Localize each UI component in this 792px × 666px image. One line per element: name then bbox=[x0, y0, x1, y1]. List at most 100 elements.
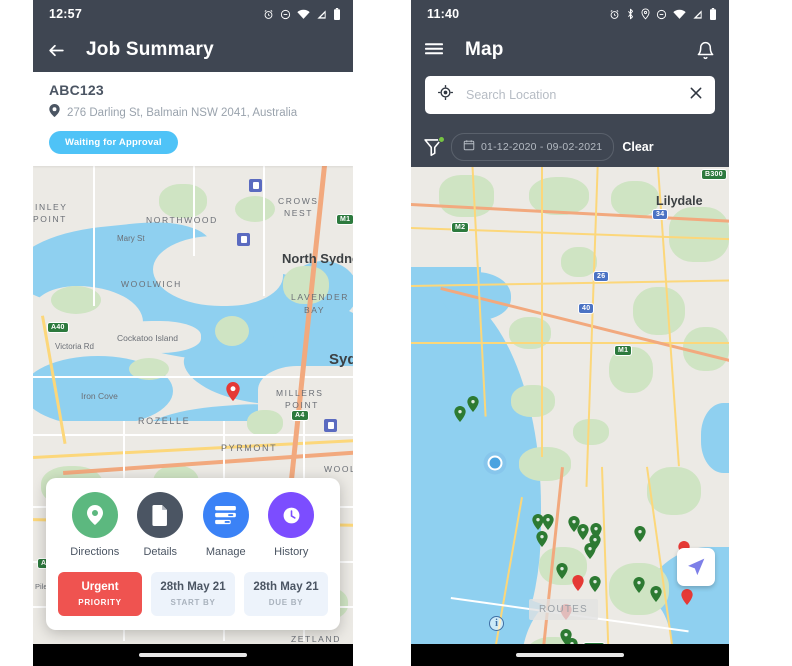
my-location-dot bbox=[487, 455, 503, 471]
hamburger-menu-icon[interactable] bbox=[425, 42, 443, 58]
job-location-pin[interactable] bbox=[467, 396, 479, 412]
job-location-pin[interactable] bbox=[681, 589, 693, 605]
job-location-pin[interactable] bbox=[589, 576, 601, 592]
alarm-icon bbox=[609, 9, 620, 20]
job-meta-row: Urgent PRIORITY 28th May 21 START BY 28th Ma… bbox=[58, 572, 328, 616]
map-label: ZETLAND bbox=[291, 634, 341, 644]
job-meta-priority: Urgent PRIORITY bbox=[58, 572, 142, 616]
job-location-pin[interactable] bbox=[577, 524, 589, 540]
do-not-disturb-icon bbox=[280, 9, 291, 20]
right-system-nav-bar bbox=[411, 644, 729, 666]
filter-funnel-icon[interactable] bbox=[423, 136, 445, 157]
map-label: Sydney bbox=[329, 351, 353, 368]
job-summary-card: ABC123 276 Darling St, Balmain NSW 2041,… bbox=[33, 72, 353, 166]
my-location-icon[interactable] bbox=[437, 84, 454, 106]
map-label: North Sydney bbox=[282, 251, 353, 266]
right-map[interactable]: LilydaleRosebudBalnarringB30034M22640M1M… bbox=[411, 167, 729, 644]
map-pin-icon bbox=[71, 492, 118, 538]
signal-icon bbox=[692, 9, 703, 20]
action-label: Manage bbox=[205, 546, 246, 558]
job-action-sheet: Directions Details Manage History Urgent PRI… bbox=[46, 478, 340, 630]
close-x-icon[interactable] bbox=[689, 86, 703, 105]
job-location-pin[interactable] bbox=[650, 586, 662, 602]
action-label: Directions bbox=[70, 546, 120, 558]
left-status-bar: 12:57 bbox=[33, 0, 353, 28]
meta-label: PRIORITY bbox=[78, 598, 122, 607]
road-shield: A4 bbox=[291, 410, 309, 421]
action-label: Details bbox=[143, 546, 178, 558]
job-location-pin[interactable] bbox=[542, 514, 554, 530]
action-label: History bbox=[274, 546, 309, 558]
job-location-pin[interactable] bbox=[572, 575, 584, 591]
job-location-pin[interactable] bbox=[454, 406, 466, 422]
map-label: Victoria Rd bbox=[55, 342, 94, 351]
job-address-row: 276 Darling St, Balmain NSW 2041, Austra… bbox=[49, 104, 337, 122]
left-status-time: 12:57 bbox=[49, 7, 82, 21]
job-location-pin[interactable] bbox=[226, 382, 240, 401]
list-icon bbox=[202, 492, 249, 538]
search-bar[interactable] bbox=[425, 76, 715, 114]
map-label: WOOLWICH bbox=[121, 279, 182, 289]
date-range-text: 01-12-2020 - 09-02-2021 bbox=[481, 141, 603, 153]
back-arrow-icon[interactable] bbox=[47, 41, 66, 60]
job-location-pin[interactable] bbox=[634, 526, 646, 542]
alarm-icon bbox=[263, 9, 274, 20]
job-location-pin[interactable] bbox=[536, 531, 548, 547]
right-status-time: 11:40 bbox=[427, 7, 460, 21]
map-label: WOOL bbox=[324, 464, 353, 474]
screenshot-stage: 12:57 Job Summary ABC123 276 Darling St,… bbox=[0, 0, 792, 666]
notification-bell-icon[interactable] bbox=[696, 41, 715, 60]
home-indicator[interactable] bbox=[516, 653, 624, 657]
left-app-bar: Job Summary bbox=[33, 28, 353, 72]
map-label: NORTHWOOD bbox=[146, 215, 218, 225]
job-meta-start-by: 28th May 21 START BY bbox=[151, 572, 235, 616]
battery-icon bbox=[333, 8, 341, 20]
page-title: Job Summary bbox=[86, 39, 214, 60]
action-history[interactable]: History bbox=[259, 492, 325, 558]
left-system-nav-bar bbox=[33, 644, 353, 666]
location-icon bbox=[641, 8, 650, 20]
map-label: BAY bbox=[304, 305, 326, 315]
clear-filter-button[interactable]: Clear bbox=[622, 140, 653, 154]
left-status-icons bbox=[263, 8, 341, 20]
routes-button[interactable]: ROUTES bbox=[529, 599, 598, 620]
job-meta-due-by: 28th May 21 DUE BY bbox=[244, 572, 328, 616]
map-label: POINT bbox=[33, 214, 67, 224]
job-location-pin[interactable] bbox=[556, 563, 568, 579]
job-location-pin[interactable] bbox=[566, 638, 578, 644]
job-address: 276 Darling St, Balmain NSW 2041, Austra… bbox=[67, 107, 298, 119]
action-details[interactable]: Details bbox=[128, 492, 194, 558]
document-icon bbox=[137, 492, 184, 538]
calendar-icon bbox=[463, 138, 475, 156]
meta-label: START BY bbox=[170, 598, 216, 607]
quick-actions: Directions Details Manage History bbox=[58, 492, 328, 558]
road-shield: A40 bbox=[47, 322, 69, 333]
do-not-disturb-icon bbox=[656, 9, 667, 20]
action-manage[interactable]: Manage bbox=[193, 492, 259, 558]
map-pin-icon bbox=[49, 104, 60, 122]
clock-icon bbox=[268, 492, 315, 538]
page-title: Map bbox=[465, 39, 504, 60]
map-label: CROWS bbox=[278, 196, 319, 206]
info-icon[interactable]: i bbox=[489, 616, 504, 631]
map-label: MILLERS bbox=[276, 388, 324, 398]
wifi-icon bbox=[673, 9, 686, 20]
meta-value: 28th May 21 bbox=[160, 581, 226, 593]
battery-icon bbox=[709, 8, 717, 20]
filter-active-badge bbox=[438, 136, 445, 143]
home-indicator[interactable] bbox=[139, 653, 247, 657]
map-label: Cockatoo Island bbox=[117, 333, 178, 343]
navigation-arrow-icon[interactable] bbox=[677, 548, 715, 586]
right-status-bar: 11:40 bbox=[411, 0, 729, 28]
map-label: INLEY bbox=[35, 202, 68, 212]
date-range-chip[interactable]: 01-12-2020 - 09-02-2021 bbox=[451, 133, 615, 161]
wifi-icon bbox=[297, 9, 310, 20]
action-directions[interactable]: Directions bbox=[62, 492, 128, 558]
map-label: POINT bbox=[285, 400, 319, 410]
filter-row: 01-12-2020 - 09-02-2021 Clear bbox=[411, 124, 729, 167]
search-input[interactable] bbox=[466, 88, 677, 102]
transit-station-icon bbox=[249, 179, 262, 192]
job-location-pin[interactable] bbox=[633, 577, 645, 593]
job-location-pin[interactable] bbox=[584, 543, 596, 559]
map-label: Iron Cove bbox=[81, 391, 118, 401]
